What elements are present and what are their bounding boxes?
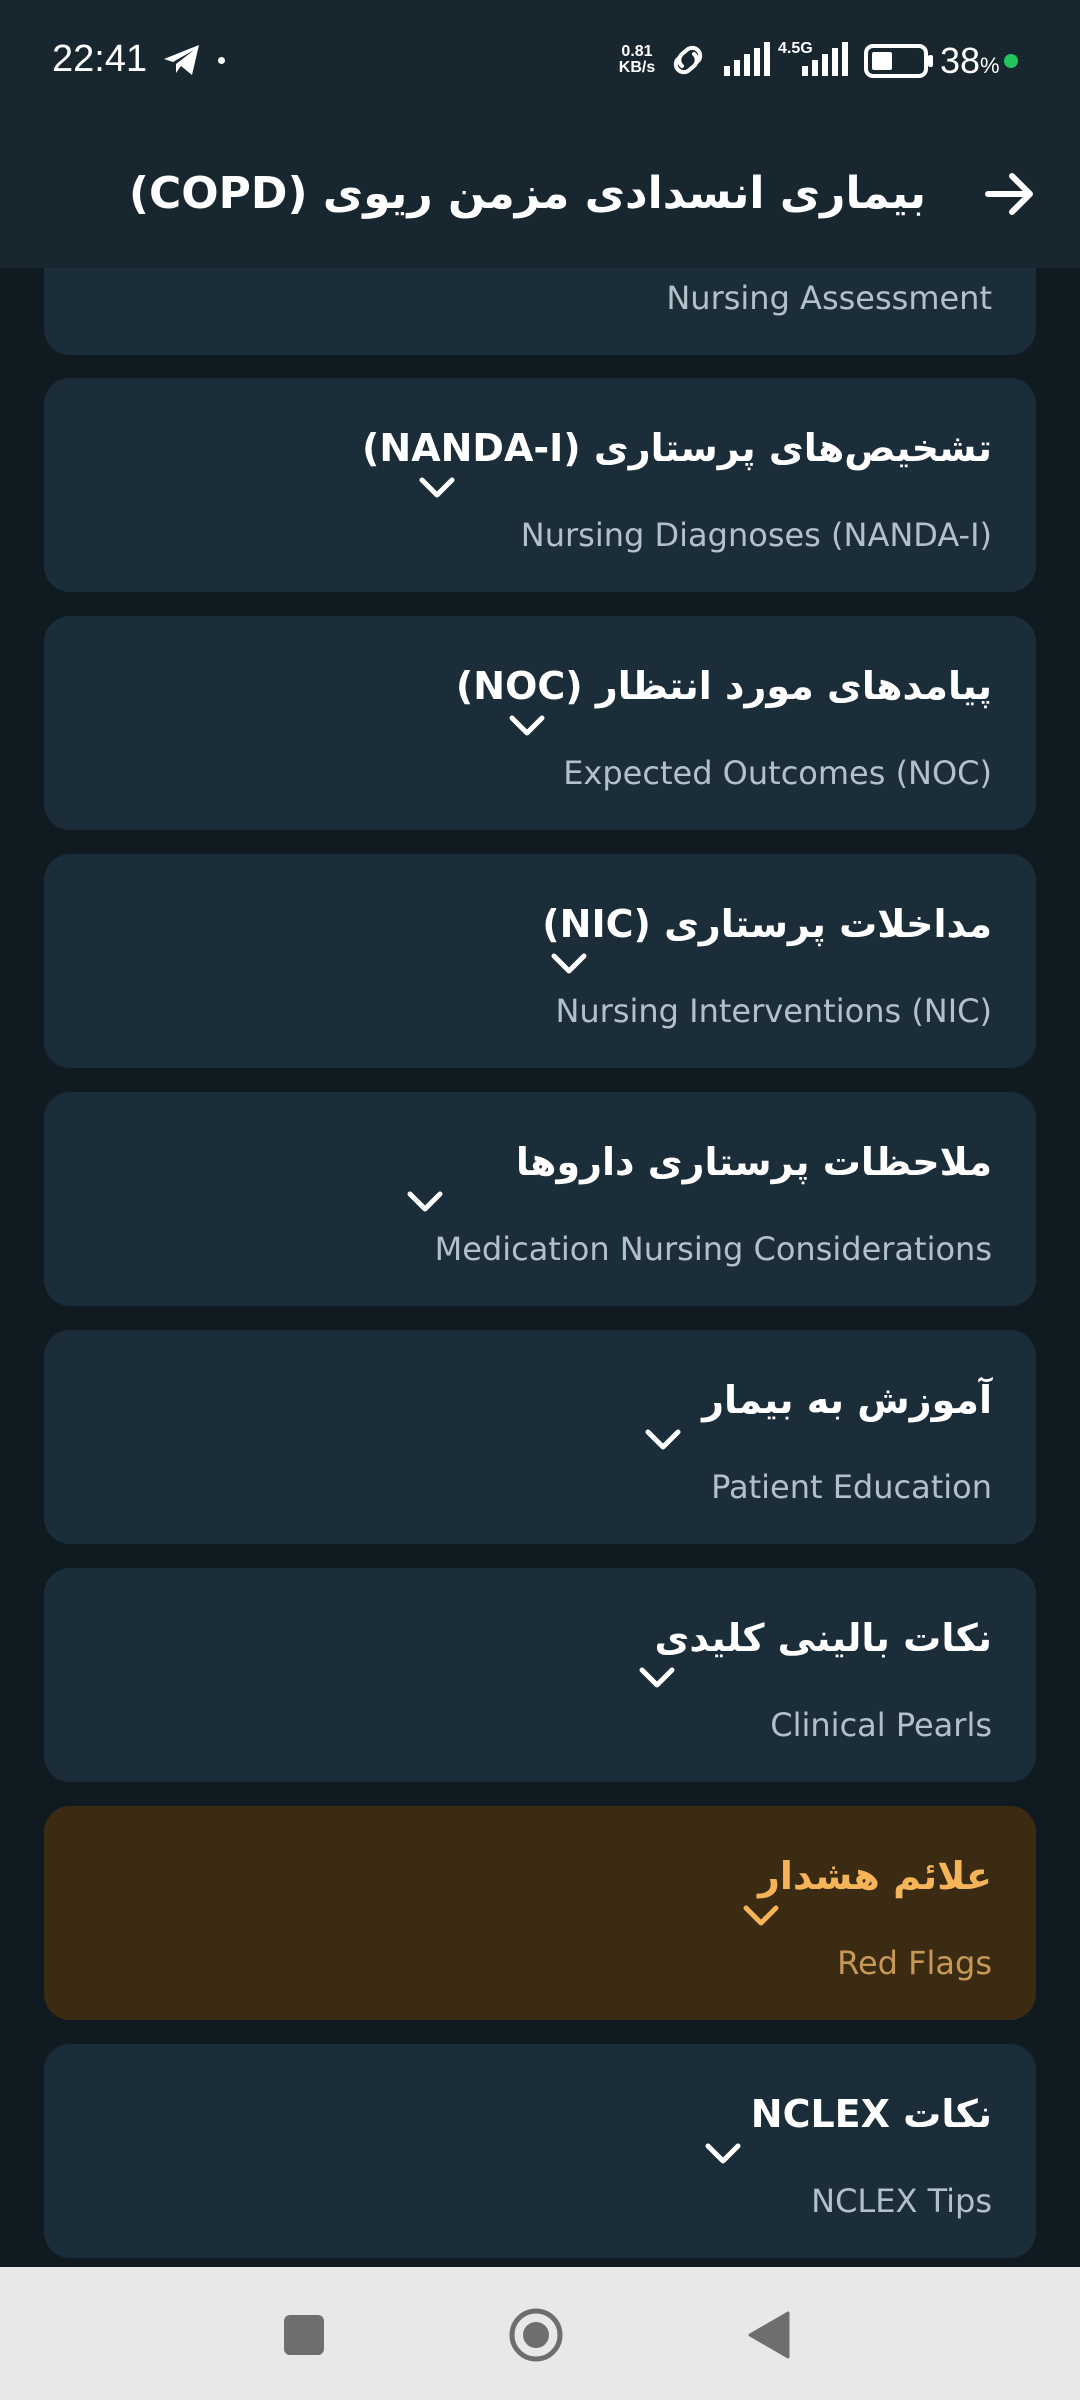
chevron-down-icon (509, 715, 545, 736)
section-subtitle: Medication Nursing Considerations (434, 1230, 992, 1268)
telegram-icon (164, 45, 199, 75)
section-title: ملاحظات پرستاری داروها (515, 1140, 992, 1184)
link-icon (673, 45, 703, 75)
section-subtitle: Nursing Diagnoses (NANDA-I) (520, 516, 992, 554)
page-title: بیماری انسدادی مزمن ریوی (COPD) (128, 168, 926, 219)
section-subtitle: Nursing Assessment (666, 279, 992, 317)
section-title: تشخیص‌های پرستاری (NANDA-I) (362, 426, 992, 470)
system-navigation-bar (0, 2267, 1080, 2400)
section-medication-considerations[interactable]: ملاحظات پرستاری داروها Medication Nursin… (44, 1092, 1036, 1306)
section-title: نکات بالینی کلیدی (654, 1616, 992, 1660)
chevron-down-icon (743, 1905, 779, 1926)
section-subtitle: Expected Outcomes (NOC) (563, 754, 992, 792)
section-subtitle: Red Flags (837, 1944, 992, 1982)
section-subtitle: Patient Education (711, 1468, 992, 1506)
section-title: پیامدهای مورد انتظار (NOC) (455, 664, 992, 708)
circle-icon[interactable] (508, 2307, 564, 2363)
section-red-flags[interactable]: علائم هشدار Red Flags (44, 1806, 1036, 2020)
section-subtitle: NCLEX Tips (811, 2182, 992, 2220)
section-nursing-diagnoses[interactable]: تشخیص‌های پرستاری (NANDA-I) Nursing Diag… (44, 378, 1036, 592)
battery-percent: 38% (940, 40, 1000, 81)
signal-strength-icon (724, 42, 770, 76)
section-nursing-assessment[interactable]: Nursing Assessment (44, 268, 1036, 355)
chevron-down-icon (705, 2143, 741, 2164)
app-bar: بیماری انسدادی مزمن ریوی (COPD) (0, 120, 1080, 268)
section-title: نکات NCLEX (750, 2092, 992, 2136)
chevron-down-icon (645, 1429, 681, 1450)
chevron-down-icon (407, 1191, 443, 1212)
section-nursing-interventions[interactable]: مداخلات پرستاری (NIC) Nursing Interventi… (44, 854, 1036, 1068)
charging-dot-icon (1004, 54, 1018, 68)
status-time: 22:41 (52, 38, 148, 80)
signal-strength-2-icon (802, 42, 848, 76)
section-clinical-pearls[interactable]: نکات بالینی کلیدی Clinical Pearls (44, 1568, 1036, 1782)
section-patient-education[interactable]: آموزش به بیمار Patient Education (44, 1330, 1036, 1544)
section-list[interactable]: Nursing Assessment تشخیص‌های پرستاری (NA… (0, 268, 1080, 2267)
arrow-right-icon[interactable] (968, 152, 1052, 236)
triangle-back-icon[interactable] (746, 2309, 792, 2361)
section-title: مداخلات پرستاری (NIC) (542, 902, 992, 946)
status-bar: 22:41 0.81 KB/s 4.5G 38% (0, 0, 1080, 120)
section-title: آموزش به بیمار (702, 1378, 992, 1422)
section-nclex-tips[interactable]: نکات NCLEX NCLEX Tips (44, 2044, 1036, 2258)
battery-icon (864, 44, 933, 78)
chevron-down-icon (551, 953, 587, 974)
square-icon[interactable] (284, 2315, 324, 2355)
section-subtitle: Nursing Interventions (NIC) (555, 992, 992, 1030)
section-subtitle: Clinical Pearls (770, 1706, 992, 1744)
section-expected-outcomes[interactable]: پیامدهای مورد انتظار (NOC) Expected Outc… (44, 616, 1036, 830)
chevron-down-icon (419, 477, 455, 498)
section-title: علائم هشدار (758, 1854, 992, 1898)
chevron-down-icon (639, 1667, 675, 1688)
notification-dot-icon (218, 57, 225, 64)
network-speed: 0.81 KB/s (618, 43, 656, 76)
